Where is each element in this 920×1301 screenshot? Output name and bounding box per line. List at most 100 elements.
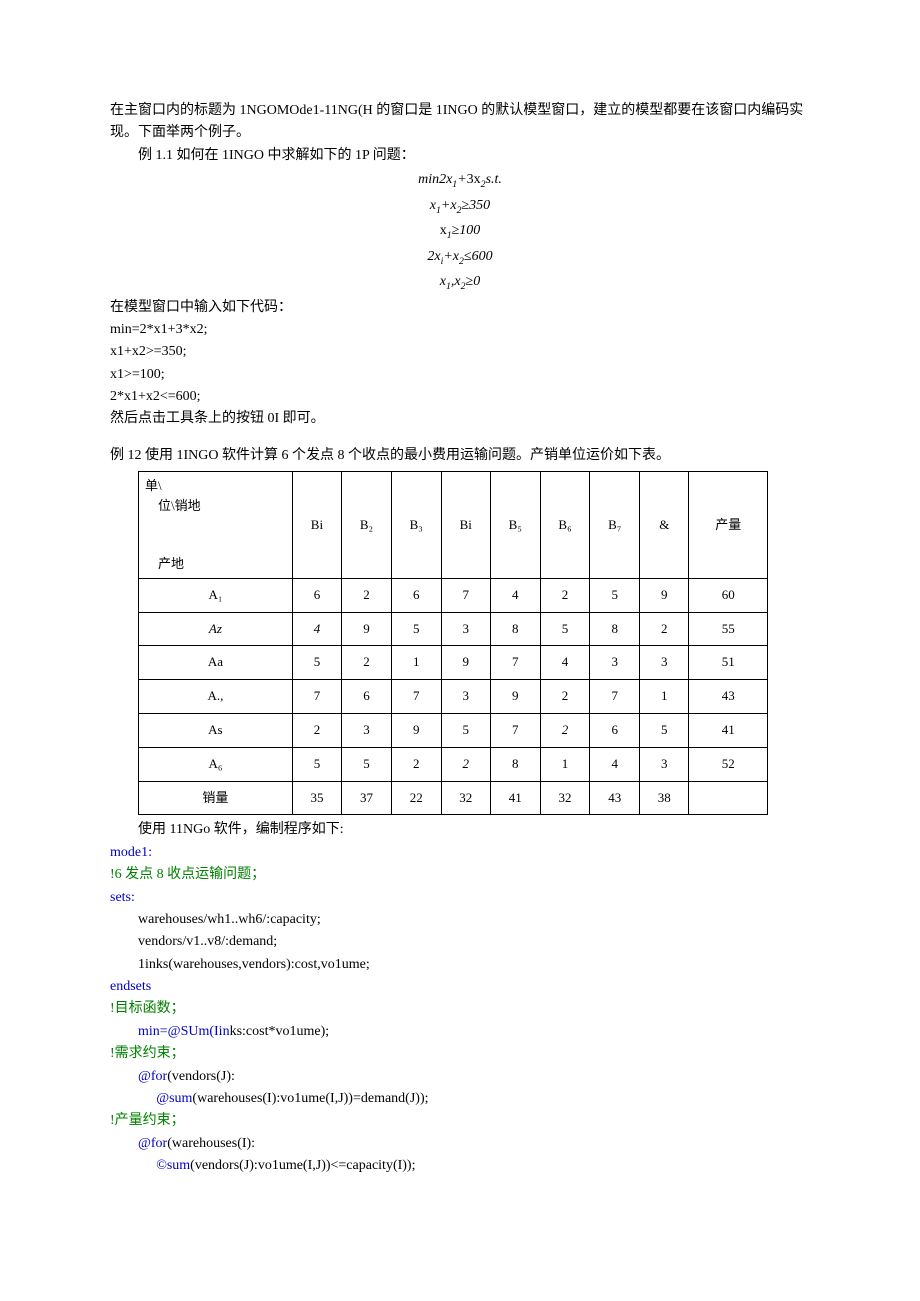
equation-5: x1,x2≥0 <box>110 271 810 294</box>
table-cell: 7 <box>292 680 341 714</box>
equation-4: 2xi+x2≤600 <box>110 246 810 269</box>
table-cell: 7 <box>441 578 490 612</box>
table-cell: 2 <box>342 578 392 612</box>
table-cell: 2 <box>292 713 341 747</box>
equation-3: x1≥100 <box>110 220 810 243</box>
lingo-comment: !产量约束； <box>110 1110 810 1132</box>
table-cell: 3 <box>441 612 490 646</box>
table-cell: 32 <box>540 781 590 815</box>
equation-1: min2x1+3x2s.t. <box>110 169 810 192</box>
table-cell: 3 <box>640 646 689 680</box>
table-cell: 3 <box>640 747 689 781</box>
lingo-line: @for(warehouses(I): <box>110 1133 810 1155</box>
code-intro: 在模型窗口中输入如下代码： <box>110 297 810 319</box>
table-cell: 9 <box>490 680 540 714</box>
table-corner: 单\ 位\销地 产地 <box>139 472 293 579</box>
row-header: Az <box>139 612 293 646</box>
lingo-sets: sets: <box>110 887 810 909</box>
col-header: 产量 <box>689 472 768 579</box>
table-cell: 22 <box>391 781 441 815</box>
table-cell: 55 <box>689 612 768 646</box>
table-cell: 7 <box>590 680 640 714</box>
table-cell: 2 <box>540 578 590 612</box>
table-cell: 1 <box>640 680 689 714</box>
table-cell <box>689 781 768 815</box>
table-cell: 5 <box>292 747 341 781</box>
example-1-1: 例 1.1 如何在 1INGO 中求解如下的 1P 问题： <box>110 145 810 167</box>
table-cell: 2 <box>391 747 441 781</box>
code-after: 然后点击工具条上的按钮 0I 即可。 <box>110 408 810 430</box>
table-cell: 6 <box>391 578 441 612</box>
col-header: Bi <box>441 472 490 579</box>
code-line: x1+x2>=350; <box>110 341 810 363</box>
col-header: B₃ <box>391 472 441 579</box>
row-header: Aa <box>139 646 293 680</box>
code-line: min=2*x1+3*x2; <box>110 319 810 341</box>
lingo-line: vendors/v1..v8/:demand; <box>110 931 810 953</box>
col-header: Bi <box>292 472 341 579</box>
lingo-line: @sum(warehouses(I):vo1ume(I,J))=demand(J… <box>110 1088 810 1110</box>
lingo-model: mode1: <box>110 842 810 864</box>
table-cell: 5 <box>640 713 689 747</box>
lingo-comment: !目标函数； <box>110 998 810 1020</box>
table-cell: 9 <box>640 578 689 612</box>
row-header: A₆ <box>139 747 293 781</box>
table-cell: 35 <box>292 781 341 815</box>
code-line: 2*x1+x2<=600; <box>110 386 810 408</box>
table-cell: 5 <box>391 612 441 646</box>
code-line: x1>=100; <box>110 364 810 386</box>
lingo-line: min=@SUm(Iinks:cost*vo1ume); <box>110 1021 810 1043</box>
table-row: 销量3537223241324338 <box>139 781 768 815</box>
table-cell: 60 <box>689 578 768 612</box>
lingo-comment: !需求约束； <box>110 1043 810 1065</box>
table-cell: 7 <box>391 680 441 714</box>
program-intro: 使用 11NGo 软件，编制程序如下: <box>110 819 810 841</box>
table-row: A.,7673927143 <box>139 680 768 714</box>
row-header: As <box>139 713 293 747</box>
equation-2: x1+x2≥350 <box>110 195 810 218</box>
table-cell: 3 <box>342 713 392 747</box>
table-cell: 4 <box>540 646 590 680</box>
lingo-line: @for(vendors(J): <box>110 1066 810 1088</box>
table-cell: 5 <box>441 713 490 747</box>
lingo-line: 1inks(warehouses,vendors):cost,vo1ume; <box>110 954 810 976</box>
table-cell: 38 <box>640 781 689 815</box>
table-cell: 43 <box>689 680 768 714</box>
col-header: & <box>640 472 689 579</box>
table-cell: 3 <box>590 646 640 680</box>
col-header: B₇ <box>590 472 640 579</box>
table-cell: 9 <box>342 612 392 646</box>
table-cell: 4 <box>490 578 540 612</box>
table-cell: 41 <box>490 781 540 815</box>
table-cell: 37 <box>342 781 392 815</box>
table-cell: 2 <box>342 646 392 680</box>
table-cell: 2 <box>640 612 689 646</box>
lingo-comment: !6 发点 8 收点运输问题； <box>110 864 810 886</box>
table-cell: 32 <box>441 781 490 815</box>
lingo-line: ©sum(vendors(J):vo1ume(I,J))<=capacity(I… <box>110 1155 810 1177</box>
table-cell: 2 <box>441 747 490 781</box>
table-cell: 6 <box>590 713 640 747</box>
cost-table: 单\ 位\销地 产地 Bi B₂ B₃ Bi B₅ B₆ B₇ & 产量 A₁6… <box>138 471 768 815</box>
table-cell: 6 <box>292 578 341 612</box>
lingo-line: warehouses/wh1..wh6/:capacity; <box>110 909 810 931</box>
table-cell: 52 <box>689 747 768 781</box>
table-cell: 43 <box>590 781 640 815</box>
table-cell: 4 <box>292 612 341 646</box>
table-cell: 5 <box>590 578 640 612</box>
table-cell: 3 <box>441 680 490 714</box>
col-header: B₆ <box>540 472 590 579</box>
lingo-endsets: endsets <box>110 976 810 998</box>
table-row: A₁6267425960 <box>139 578 768 612</box>
row-header: A₁ <box>139 578 293 612</box>
table-cell: 41 <box>689 713 768 747</box>
table-row: Az4953858255 <box>139 612 768 646</box>
table-cell: 2 <box>540 713 590 747</box>
table-cell: 51 <box>689 646 768 680</box>
table-row: A₆5522814352 <box>139 747 768 781</box>
table-cell: 6 <box>342 680 392 714</box>
table-cell: 7 <box>490 646 540 680</box>
example-1-2: 例 12 使用 1INGO 软件计算 6 个发点 8 个收点的最小费用运输问题。… <box>110 445 810 467</box>
table-cell: 9 <box>441 646 490 680</box>
table-cell: 5 <box>342 747 392 781</box>
